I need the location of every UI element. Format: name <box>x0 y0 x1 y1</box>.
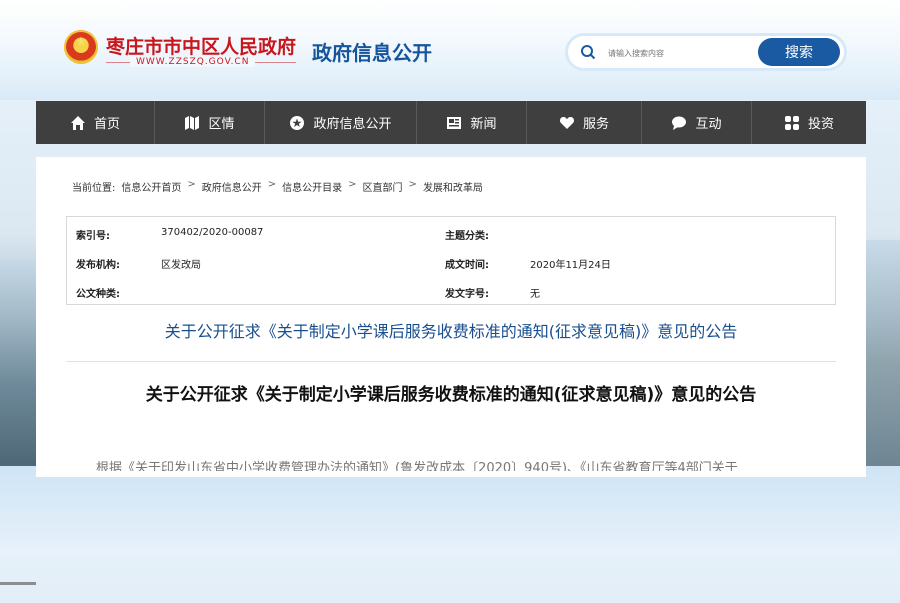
search-icon <box>581 45 596 60</box>
nav-item-gov-info[interactable]: 政府信息公开 <box>264 101 416 144</box>
breadcrumb-separator: > <box>348 179 357 190</box>
breadcrumb: 当前位置: 信息公开首页 > 政府信息公开 > 信息公开目录 > 区直部门 > … <box>72 179 483 194</box>
breadcrumb-separator: > <box>408 179 417 190</box>
search-button[interactable]: 搜索 <box>758 38 840 66</box>
breadcrumb-link-departments[interactable]: 区直部门 <box>363 179 403 194</box>
heart-icon <box>559 116 575 129</box>
content-card: 当前位置: 信息公开首页 > 政府信息公开 > 信息公开目录 > 区直部门 > … <box>36 157 866 477</box>
nav-item-label: 首页 <box>93 117 120 132</box>
publisher-value: 区发改局 <box>161 260 201 271</box>
nav-item-home[interactable]: 首页 <box>36 101 154 144</box>
map-icon <box>185 115 200 130</box>
background-scenery-right <box>866 240 900 466</box>
newspaper-icon <box>447 116 462 129</box>
nav-item-label: 投资 <box>807 117 834 132</box>
bridge-decoration <box>0 582 36 603</box>
index-value: 370402/2020-00087 <box>161 227 264 238</box>
breadcrumb-link-info-home[interactable]: 信息公开首页 <box>121 179 181 194</box>
topic-label: 主题分类: <box>445 231 489 242</box>
background-scenery-left <box>0 260 36 585</box>
publisher-label: 发布机构: <box>76 260 120 271</box>
nav-item-interaction[interactable]: 互动 <box>641 101 751 144</box>
nav-item-label: 服务 <box>582 117 609 132</box>
meta-row: 索引号: 370402/2020-00087 主题分类: <box>67 219 835 248</box>
site-url: WWW.ZZSZQ.GOV.CN <box>130 57 256 67</box>
docno-label: 发文字号: <box>445 289 489 300</box>
site-header: ★ 枣庄市市中区人民政府 WWW.ZZSZQ.GOV.CN 政府信息公开 搜索 <box>0 0 900 100</box>
docno-value: 无 <box>530 289 540 300</box>
breadcrumb-prefix: 当前位置: <box>72 183 116 194</box>
main-nav: 首页 区情 政府信息公开 新闻 服务 互动 投资 <box>36 101 866 144</box>
breadcrumb-link-bureau[interactable]: 发展和改革局 <box>423 179 483 194</box>
national-emblem-icon: ★ <box>64 30 98 64</box>
nav-item-district[interactable]: 区情 <box>154 101 264 144</box>
breadcrumb-separator: > <box>267 179 277 190</box>
search-box: 搜索 <box>568 36 844 68</box>
chat-icon <box>672 116 687 130</box>
nav-item-label: 互动 <box>695 117 722 132</box>
nav-item-services[interactable]: 服务 <box>526 101 641 144</box>
info-disc-icon <box>290 115 305 130</box>
date-label: 成文时间: <box>445 260 489 271</box>
section-title[interactable]: 政府信息公开 <box>312 37 432 66</box>
nav-item-investment[interactable]: 投资 <box>751 101 866 144</box>
nav-item-label: 新闻 <box>470 117 497 132</box>
home-icon <box>70 115 85 130</box>
meta-row: 公文种类: 发文字号: 无 <box>67 277 835 306</box>
breadcrumb-link-catalog[interactable]: 信息公开目录 <box>282 179 342 194</box>
nav-item-label: 政府信息公开 <box>313 117 392 132</box>
meta-row: 发布机构: 区发改局 成文时间: 2020年11月24日 <box>67 248 835 277</box>
document-title: 关于公开征求《关于制定小学课后服务收费标准的通知(征求意见稿)》意见的公告 <box>145 385 757 405</box>
site-name[interactable]: 枣庄市市中区人民政府 <box>106 32 296 59</box>
doctype-label: 公文种类: <box>76 289 120 300</box>
breadcrumb-separator: > <box>187 179 196 190</box>
date-value: 2020年11月24日 <box>530 260 611 271</box>
document-subtitle: 关于公开征求《关于制定小学课后服务收费标准的通知(征求意见稿)》意见的公告 <box>164 322 738 341</box>
divider <box>66 361 836 362</box>
nav-item-news[interactable]: 新闻 <box>416 101 526 144</box>
document-body: 根据《关于印发山东省中小学收费管理办法的通知》(鲁发改成本〔2020〕940号)… <box>96 461 738 471</box>
document-metadata-table: 索引号: 370402/2020-00087 主题分类: 发布机构: 区发改局 … <box>66 216 836 305</box>
nav-item-label: 区情 <box>208 117 235 132</box>
search-input[interactable] <box>606 42 750 64</box>
breadcrumb-link-gov-info[interactable]: 政府信息公开 <box>202 179 262 194</box>
grid-icon <box>784 115 799 130</box>
index-label: 索引号: <box>76 231 110 242</box>
